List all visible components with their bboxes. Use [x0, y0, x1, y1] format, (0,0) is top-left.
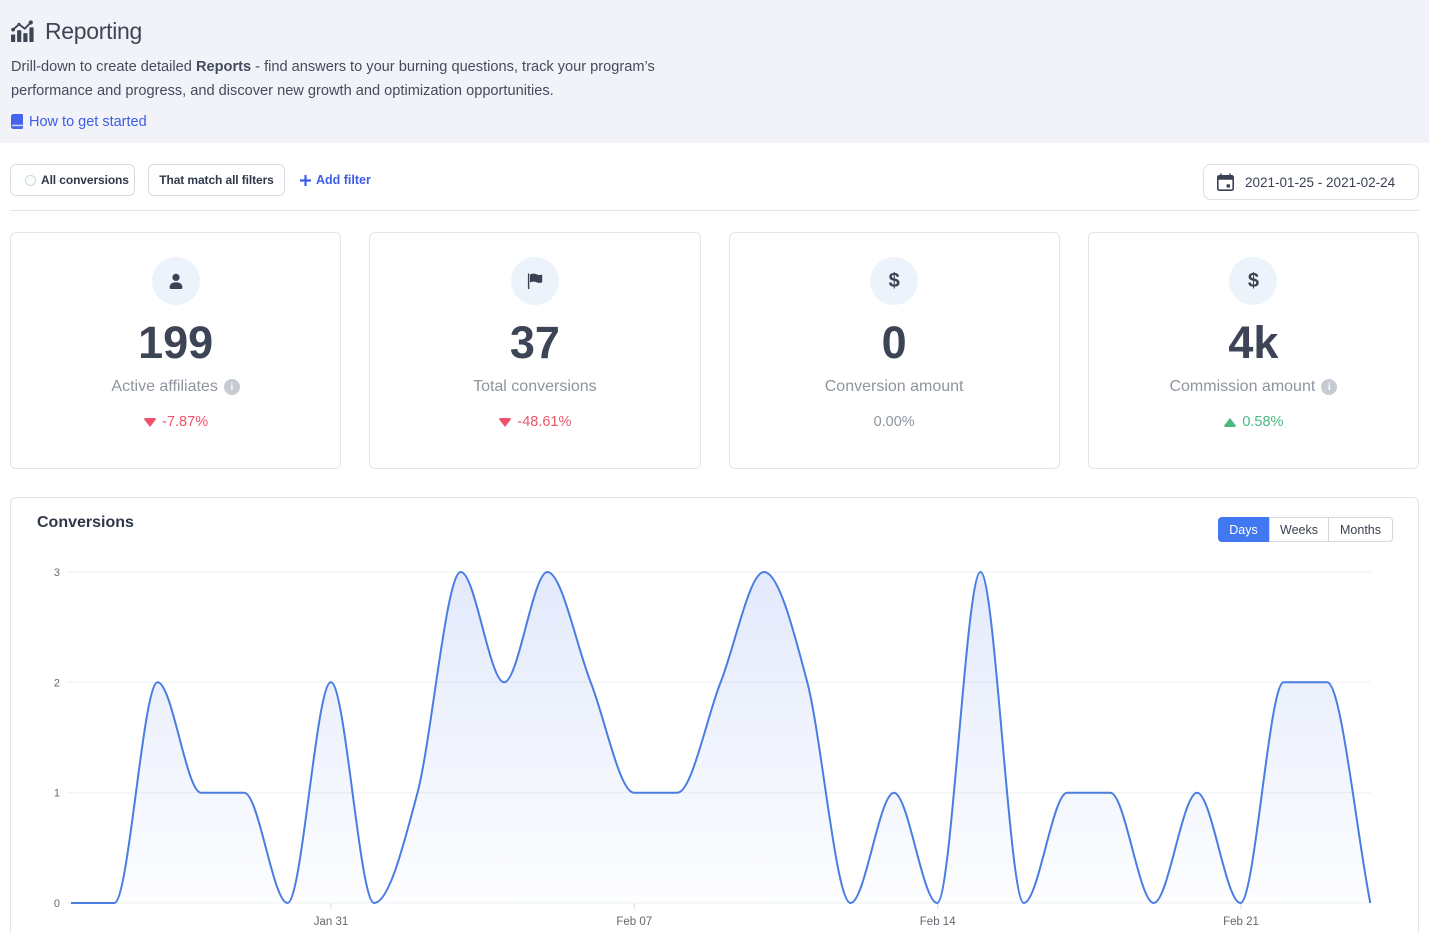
svg-text:Feb 07: Feb 07 [616, 916, 652, 928]
svg-text:2: 2 [54, 677, 60, 689]
svg-text:Jan 31: Jan 31 [314, 916, 349, 928]
svg-text:0: 0 [54, 898, 60, 910]
svg-text:Feb 14: Feb 14 [920, 916, 956, 928]
svg-text:3: 3 [54, 567, 60, 579]
svg-text:1: 1 [54, 788, 60, 800]
svg-text:Feb 21: Feb 21 [1223, 916, 1259, 928]
